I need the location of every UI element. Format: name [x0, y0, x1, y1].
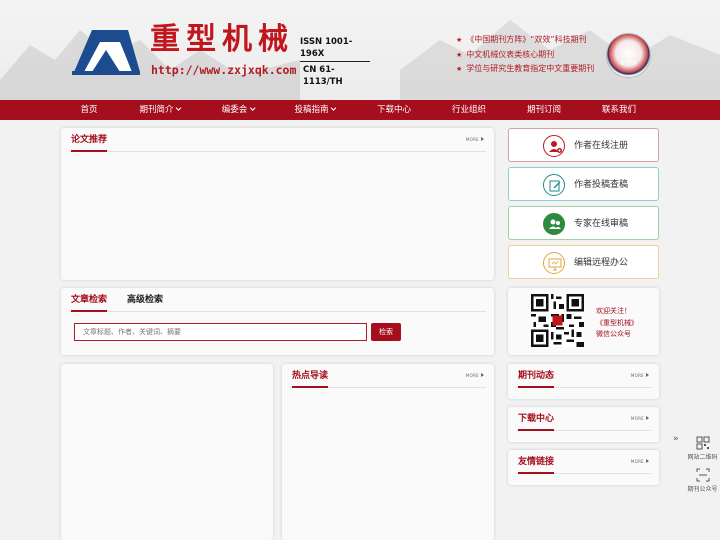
author-register-button[interactable]: 作者在线注册: [508, 128, 659, 162]
monitor-office-icon: [543, 252, 565, 274]
chevron-down-icon: [249, 105, 256, 111]
nav-item-downloads[interactable]: 下载中心: [377, 100, 411, 120]
journal-account-label: 期刊公众号: [687, 486, 718, 493]
nav-item-editorial-board[interactable]: 编委会: [222, 100, 256, 120]
arrow-right-icon: [481, 137, 484, 141]
search-input[interactable]: [74, 323, 367, 341]
edit-submit-icon: [543, 174, 565, 196]
tab-advanced-search[interactable]: 高级检索: [127, 294, 163, 310]
panel-header: 下载中心 more: [516, 413, 651, 431]
site-header: 重型机械 http://www.zxjxqk.com ISSN 1001-196…: [0, 0, 720, 100]
expert-review-icon: [543, 213, 565, 235]
tab-article-search[interactable]: 文章检索: [71, 294, 108, 312]
download-center-panel: 下载中心 more: [508, 407, 659, 442]
main-nav: 首页 期刊简介 编委会 投稿指南 下载中心 行业组织 期刊订阅 联系我们: [0, 100, 720, 120]
site-url: http://www.zxjxqk.com: [151, 63, 297, 77]
panel-header: 热点导读 more: [290, 370, 486, 388]
more-link[interactable]: more: [631, 373, 649, 378]
journal-account-button[interactable]: 期刊公众号: [685, 468, 720, 493]
star-icon: ★: [456, 36, 463, 44]
floating-sidebar: 网站二维码 期刊公众号: [685, 430, 720, 500]
nav-item-industry-org[interactable]: 行业组织: [452, 100, 486, 120]
left-content-panel: [61, 364, 273, 540]
panel-title: 论文推荐: [71, 134, 108, 152]
panel-title: 下载中心: [518, 413, 555, 431]
qr-code-icon: [531, 294, 584, 347]
button-label: 编辑远程办公: [574, 258, 629, 268]
more-link[interactable]: more: [631, 416, 649, 421]
journal-news-panel: 期刊动态 more: [508, 364, 659, 399]
chevron-down-icon: [175, 105, 182, 111]
panel-title: 热点导读: [292, 370, 329, 388]
arrow-right-icon: [481, 373, 484, 377]
site-name-logo[interactable]: 重型机械: [150, 22, 294, 58]
star-icon: ★: [456, 65, 463, 73]
wechat-qr-panel: 欢迎关注！ 《重型机械》 微信公众号: [508, 288, 659, 355]
editor-remote-office-button[interactable]: 编辑远程办公: [508, 245, 659, 279]
wechat-follow-text: 欢迎关注！ 《重型机械》 微信公众号: [596, 306, 638, 341]
button-label: 作者在线注册: [574, 141, 629, 151]
panel-title: 友情链接: [518, 456, 555, 474]
chevron-down-icon: [330, 105, 337, 111]
honor-item: ★ 《中国期刊方阵》“双效”科技期刊: [456, 35, 587, 44]
button-label: 专家在线审稿: [574, 219, 629, 229]
honor-item: ★ 中文机械仪表类核心期刊: [456, 49, 555, 59]
panel-header: 论文推荐 more: [69, 134, 486, 152]
collapse-arrow-icon[interactable]: »: [673, 434, 679, 444]
qr-code-icon: [696, 436, 709, 450]
expert-review-button[interactable]: 专家在线审稿: [508, 206, 659, 240]
nav-item-subscription[interactable]: 期刊订阅: [527, 100, 561, 120]
arrow-right-icon: [646, 416, 649, 420]
more-link[interactable]: more: [631, 459, 649, 464]
paper-recommend-panel: 论文推荐 more: [61, 128, 494, 280]
issn-number: ISSN 1001-196X: [300, 36, 370, 62]
panel-header: 友情链接 more: [516, 456, 651, 474]
issn-block: ISSN 1001-196X CN 61-1113/TH: [300, 36, 370, 88]
search-tabs: 文章检索 高级检索: [69, 294, 486, 312]
panel-header: 期刊动态 more: [516, 370, 651, 388]
button-label: 作者投稿查稿: [574, 180, 629, 190]
nav-item-submission-guide[interactable]: 投稿指南: [294, 100, 337, 120]
more-link[interactable]: more: [466, 137, 484, 142]
search-button[interactable]: 检索: [371, 323, 401, 341]
badge-text: 重型机械: [620, 60, 637, 65]
book-logo-icon[interactable]: [70, 24, 142, 76]
honors-list: ★ 《中国期刊方阵》“双效”科技期刊 ★ 中文机械仪表类核心期刊 ★ 学位与研究生教育…: [456, 33, 594, 77]
nav-item-contact[interactable]: 联系我们: [602, 100, 636, 120]
more-link[interactable]: more: [466, 373, 484, 378]
honor-item: ★ 学位与研究生教育指定中文重要期刊: [456, 64, 595, 73]
arrow-right-icon: [646, 459, 649, 463]
site-qr-button[interactable]: 网站二维码: [685, 436, 720, 461]
journal-seal-icon: 重型机械: [606, 33, 651, 78]
nav-item-journal-intro[interactable]: 期刊简介: [139, 100, 182, 120]
cn-number: CN 61-1113/TH: [303, 65, 343, 87]
wechat-line: 《重型机械》: [596, 318, 638, 327]
article-search-panel: 文章检索 高级检索 检索: [61, 288, 494, 355]
panel-title: 期刊动态: [518, 370, 555, 388]
site-qr-label: 网站二维码: [687, 454, 718, 461]
author-submit-check-button[interactable]: 作者投稿查稿: [508, 167, 659, 201]
wechat-line: 微信公众号: [596, 330, 631, 338]
wechat-line: 欢迎关注！: [596, 307, 631, 315]
friendly-links-panel: 友情链接 more: [508, 450, 659, 485]
hot-reads-panel: 热点导读 more: [282, 364, 494, 540]
author-register-icon: [543, 135, 565, 157]
nav-item-home[interactable]: 首页: [80, 100, 97, 120]
star-icon: ★: [456, 50, 463, 59]
arrow-right-icon: [646, 373, 649, 377]
scan-icon: [696, 468, 709, 482]
